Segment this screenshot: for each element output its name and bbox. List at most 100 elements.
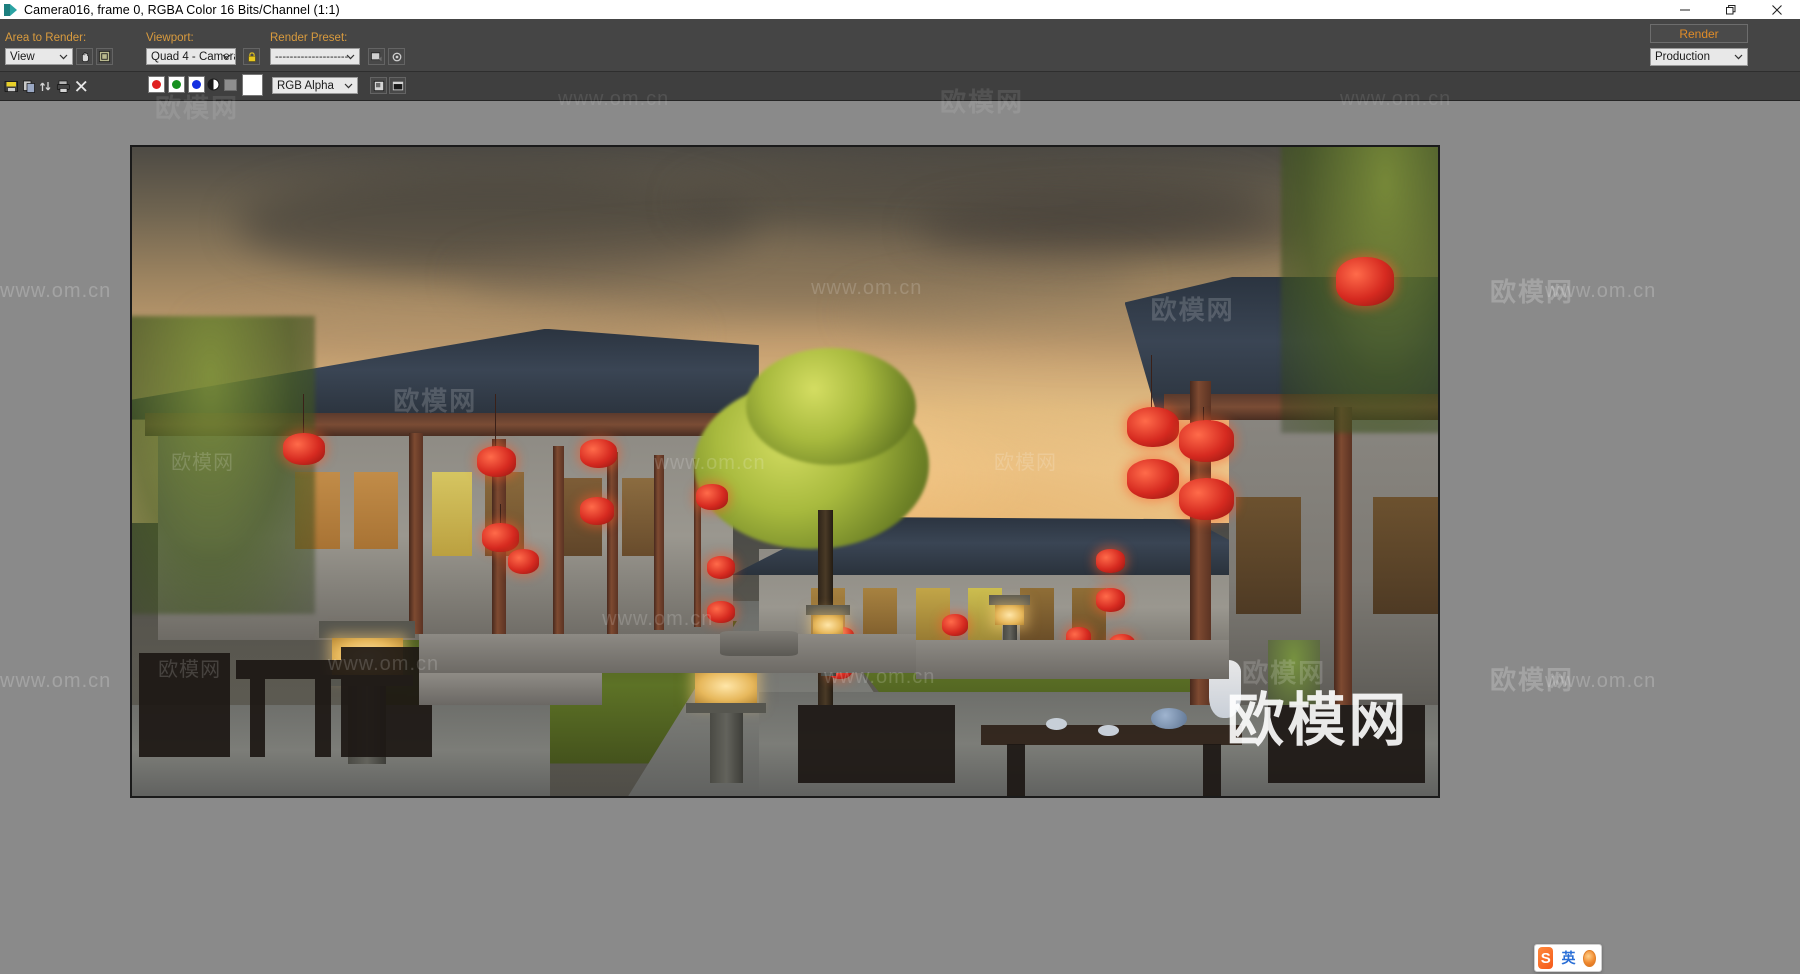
hand-icon [81, 51, 89, 62]
red-lantern [1179, 419, 1235, 462]
wooden-chair [138, 653, 230, 758]
ime-mode-label[interactable]: 英 [1561, 948, 1575, 968]
viewport-dropdown[interactable]: Quad 4 - Camera0 [146, 48, 236, 65]
green-channel-button[interactable] [168, 76, 185, 93]
pillar [1333, 406, 1352, 706]
clear-image-button[interactable] [74, 79, 89, 94]
background-color-swatch[interactable] [242, 74, 263, 96]
render-button-label: Render [1679, 26, 1719, 41]
willow-left [132, 315, 315, 615]
red-lantern [476, 445, 516, 477]
wooden-table [236, 659, 341, 680]
auto-region-button[interactable] [96, 48, 113, 65]
courtyard-low-wall [915, 640, 1230, 680]
red-lantern [696, 484, 728, 511]
sogou-pet-icon[interactable] [1583, 949, 1596, 967]
channel-dropdown[interactable]: RGB Alpha [272, 77, 358, 94]
red-lantern [941, 614, 968, 637]
red-dot-icon [152, 80, 161, 89]
lock-viewport-button[interactable] [243, 48, 260, 65]
rendered-frame-image[interactable]: 欧模网 www.om.cn www.om.cn 欧模网 欧模网 欧模网 www.… [130, 145, 1440, 798]
save-floppy-icon [4, 81, 18, 92]
render-canvas: 欧模网 www.om.cn www.om.cn 欧模网 欧模网 欧模网 www.… [132, 147, 1438, 796]
window-icon [392, 81, 403, 90]
watermark-url: www.om.cn [0, 280, 112, 302]
watermark-cjk: 欧模网 [1490, 277, 1575, 307]
sogou-logo-icon[interactable]: S [1538, 947, 1554, 969]
chevron-down-icon [222, 51, 231, 63]
close-button[interactable] [1754, 0, 1800, 19]
red-lantern [706, 601, 736, 624]
red-lantern [1127, 406, 1180, 447]
red-lantern [1127, 458, 1180, 499]
window [1372, 497, 1438, 615]
watermark-url: www.om.cn [1545, 670, 1657, 692]
render-frame-icon [4, 3, 18, 17]
red-lantern [1336, 257, 1394, 306]
save-image-button[interactable] [4, 79, 19, 94]
gear-icon [392, 52, 401, 61]
potted-plant [1268, 640, 1321, 706]
minimize-button[interactable] [1662, 0, 1708, 19]
red-lantern [283, 432, 326, 465]
window-title: Camera016, frame 0, RGBA Color 16 Bits/C… [24, 2, 340, 17]
lock-icon [247, 51, 256, 62]
chevron-down-icon [346, 51, 355, 63]
window-controls [1662, 0, 1800, 19]
close-x-icon [75, 80, 87, 92]
table-leg [249, 679, 266, 758]
chevron-down-icon [59, 51, 68, 63]
red-lantern [508, 549, 540, 575]
render-options-toolbar: Area to Render: View Viewport: Quad 4 - … [0, 19, 1800, 72]
blue-channel-button[interactable] [188, 76, 205, 93]
area-to-render-label: Area to Render: [5, 32, 87, 44]
copy-image-button[interactable] [22, 79, 37, 94]
render-setup-icon [371, 51, 382, 61]
area-to-render-dropdown[interactable]: View [5, 48, 73, 65]
alpha-channel-swatch[interactable] [224, 79, 237, 91]
window [354, 471, 399, 550]
pillar [607, 452, 618, 634]
green-dot-icon [172, 80, 181, 89]
half-circle-icon [207, 78, 220, 91]
red-lantern [1095, 549, 1125, 573]
wooden-bench [1268, 705, 1425, 783]
watermark-url: www.om.cn [0, 670, 112, 692]
monochrome-button[interactable] [206, 77, 221, 92]
red-lantern [579, 439, 617, 468]
wooden-bench [798, 705, 955, 783]
render-setup-button[interactable] [368, 48, 385, 65]
red-lantern [482, 523, 519, 552]
window [863, 588, 898, 641]
region-icon [98, 50, 111, 63]
duplicate-frame-button[interactable] [389, 77, 406, 94]
toggle-ui-button[interactable] [370, 77, 387, 94]
table-leg [1202, 744, 1222, 796]
window [432, 471, 472, 556]
panel-icon [373, 80, 384, 91]
print-image-button[interactable] [56, 79, 71, 94]
pillar [654, 455, 664, 631]
restore-button[interactable] [1708, 0, 1754, 19]
swap-arrows-icon [39, 82, 51, 91]
window [1235, 497, 1301, 615]
red-channel-button[interactable] [148, 76, 165, 93]
printer-icon [56, 80, 70, 93]
render-preset-dropdown[interactable]: -------------------- [270, 48, 360, 65]
pan-hand-button[interactable] [76, 48, 93, 65]
watermark-url: www.om.cn [1545, 280, 1657, 302]
viewport-label: Viewport: [146, 32, 194, 44]
render-button[interactable]: Render [1650, 24, 1748, 43]
sogou-ime-toolbar[interactable]: S 英 [1534, 944, 1602, 972]
chevron-down-icon [1734, 51, 1743, 63]
clone-rendered-frame-button[interactable] [38, 79, 53, 94]
red-lantern [706, 555, 736, 580]
pillar [408, 432, 424, 634]
render-mode-dropdown[interactable]: Production [1650, 48, 1748, 66]
courtyard-low-wall [419, 633, 916, 673]
stone-lantern [681, 653, 772, 783]
environment-button[interactable] [388, 48, 405, 65]
window-title-bar: Camera016, frame 0, RGBA Color 16 Bits/C… [0, 0, 1800, 19]
table-leg [1007, 744, 1026, 796]
red-lantern [1095, 588, 1125, 612]
